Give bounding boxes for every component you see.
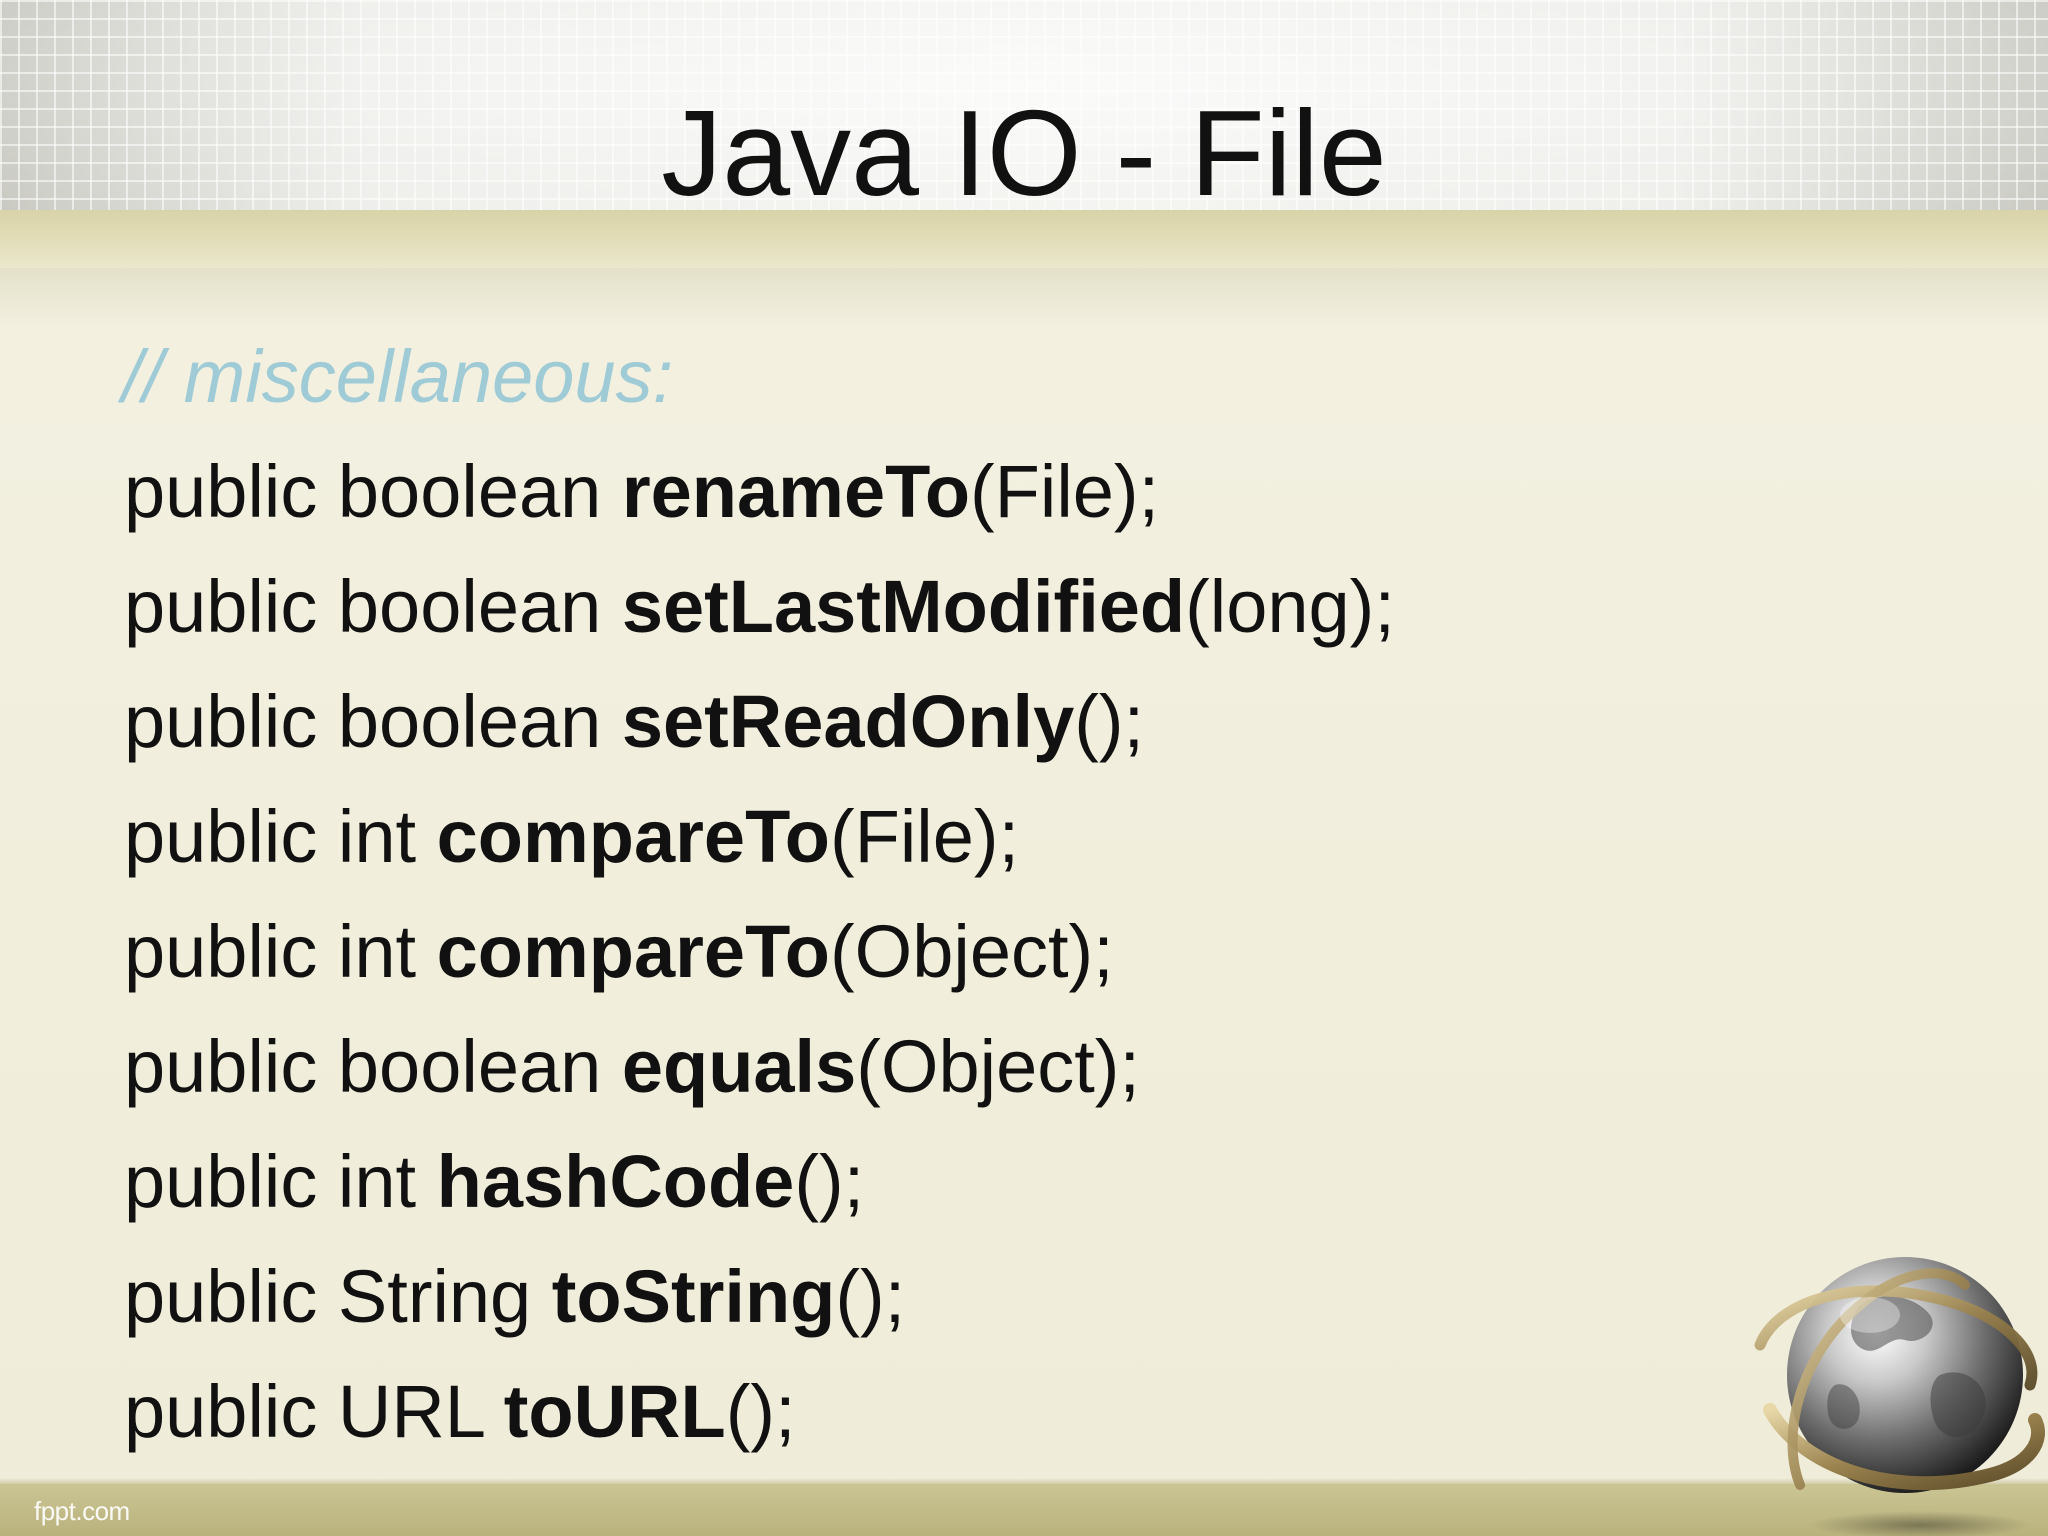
method-line: public URL toURL();: [124, 1375, 796, 1449]
method-signature-prefix: public boolean: [124, 680, 622, 763]
method-name: toURL: [503, 1370, 726, 1453]
brand-logo-text: fppt.com: [34, 1496, 130, 1526]
method-params: ();: [1074, 680, 1145, 763]
method-params: (long);: [1185, 565, 1395, 648]
method-line: public int compareTo(Object);: [124, 915, 1114, 989]
method-params: (File);: [970, 450, 1160, 533]
method-signature-prefix: public String: [124, 1255, 552, 1338]
method-line: public int hashCode();: [124, 1145, 864, 1219]
method-name: setReadOnly: [621, 680, 1075, 763]
method-params: (Object);: [856, 1025, 1140, 1108]
method-name: hashCode: [436, 1140, 795, 1223]
method-line: public boolean setReadOnly();: [124, 685, 1144, 759]
method-name: compareTo: [436, 910, 831, 993]
code-comment: // miscellaneous:: [122, 335, 674, 418]
method-line: public int compareTo(File);: [124, 800, 1019, 874]
method-name: compareTo: [436, 795, 831, 878]
method-line: public boolean setLastModified(long);: [124, 570, 1395, 644]
slide: Java IO - File // miscellaneous: public …: [0, 0, 2048, 1536]
method-params: ();: [794, 1140, 865, 1223]
method-signature-prefix: public URL: [124, 1370, 504, 1453]
globe-with-rings-icon: [1754, 1257, 2045, 1536]
method-signature-prefix: public boolean: [124, 450, 622, 533]
method-name: renameTo: [621, 450, 971, 533]
method-line: public String toString();: [124, 1260, 905, 1334]
method-params: ();: [835, 1255, 906, 1338]
method-name: setLastModified: [621, 565, 1186, 648]
method-params: (Object);: [830, 910, 1114, 993]
method-line: public boolean renameTo(File);: [124, 455, 1159, 529]
method-name: toString: [551, 1255, 836, 1338]
method-name: equals: [621, 1025, 857, 1108]
method-params: ();: [725, 1370, 796, 1453]
method-signature-prefix: public int: [124, 910, 437, 993]
method-line: public boolean equals(Object);: [124, 1030, 1140, 1104]
method-signature-prefix: public boolean: [124, 1025, 622, 1108]
method-params: (File);: [830, 795, 1020, 878]
header-band-shadow: [0, 268, 2048, 328]
method-signature-prefix: public int: [124, 1140, 437, 1223]
method-signature-prefix: public int: [124, 795, 437, 878]
method-signature-prefix: public boolean: [124, 565, 622, 648]
slide-title: Java IO - File: [661, 85, 1387, 221]
